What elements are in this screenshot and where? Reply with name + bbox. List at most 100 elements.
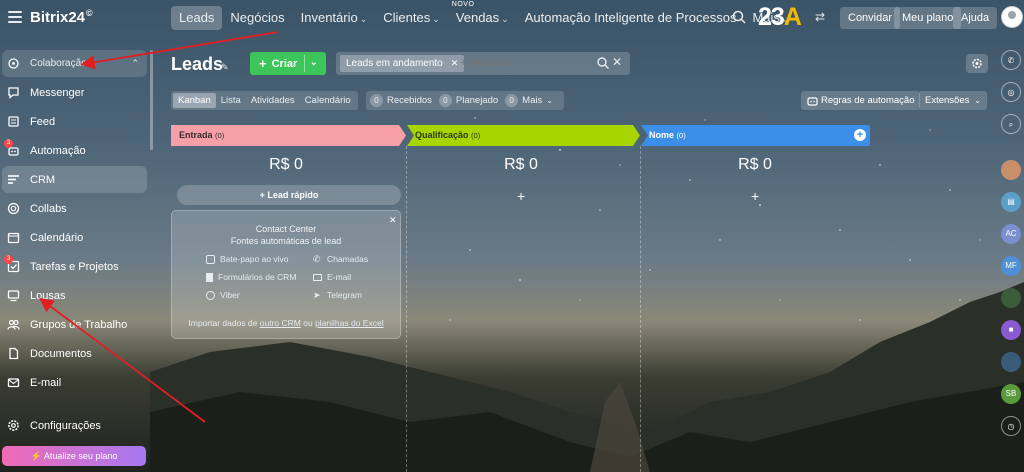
- my-plan-button[interactable]: Meu plano: [894, 7, 962, 29]
- stage-header-entrada[interactable]: Entrada (0): [171, 125, 399, 146]
- sidebar-item-whiteboards[interactable]: Lousas: [2, 282, 147, 309]
- nav-sales[interactable]: NOVO Vendas ⌄: [448, 1, 517, 30]
- contact-avatar[interactable]: [1001, 352, 1021, 372]
- sidebar-item-tasks[interactable]: 3 Tarefas e Projetos: [2, 253, 147, 280]
- source-viber[interactable]: Viber: [206, 290, 240, 300]
- whiteboard-icon: [7, 289, 20, 302]
- stage-sum-nome: R$ 0: [738, 156, 772, 173]
- close-icon[interactable]: ✕: [451, 58, 459, 68]
- telegram-icon: ➤: [313, 289, 321, 300]
- view-switcher: Kanban Lista Atividades Calendário: [171, 91, 358, 110]
- brand-logo[interactable]: Bitrix24©: [30, 8, 93, 26]
- counter-more[interactable]: 0 Mais ⌄: [505, 94, 553, 107]
- view-activities[interactable]: Atividades: [246, 93, 300, 108]
- menu-icon[interactable]: [8, 11, 22, 23]
- chevron-up-icon: ⌃: [131, 58, 139, 68]
- right-rail: ✆ ◎ ⌕ ▤ AC MF ■ SB ◷: [998, 36, 1024, 472]
- contact-center-card: ✕ Contact Center Fontes automáticas de l…: [171, 210, 401, 339]
- history-icon[interactable]: ◷: [1001, 416, 1021, 436]
- search-icon[interactable]: ⌕: [1001, 114, 1021, 134]
- automation-rules-button[interactable]: Regras de automação: [801, 91, 921, 110]
- video-call-icon[interactable]: ■: [1001, 320, 1021, 340]
- user-avatar[interactable]: [1001, 6, 1023, 28]
- source-telegram[interactable]: ➤ Telegram: [313, 290, 362, 300]
- telephony-icon[interactable]: ✆: [1001, 50, 1021, 70]
- upgrade-plan-button[interactable]: ⚡ Atualize seu plano: [2, 446, 146, 466]
- chevron-down-icon: ⌄: [546, 96, 553, 105]
- help-button[interactable]: Ajuda: [953, 7, 998, 29]
- view-calendar[interactable]: Calendário: [300, 93, 356, 108]
- nav-automation[interactable]: Automação Inteligente de Processos: [517, 6, 745, 30]
- view-kanban[interactable]: Kanban: [173, 93, 216, 108]
- chat-icon: [206, 254, 215, 264]
- contact-avatar[interactable]: MF: [1001, 256, 1021, 276]
- pin-icon[interactable]: ✎: [221, 62, 229, 73]
- copilot-icon[interactable]: ◎: [1001, 82, 1021, 102]
- create-button[interactable]: + Criar ⌄: [250, 52, 326, 75]
- nav-clients[interactable]: Clientes ⌄: [375, 6, 448, 30]
- search-input[interactable]: [460, 57, 590, 69]
- crm-nav: Leads Negócios Inventário ⌄ Clientes ⌄ NOV…: [171, 1, 797, 30]
- source-crm-forms[interactable]: Formulários de CRM: [206, 272, 296, 282]
- sidebar-item-workgroups[interactable]: Grupos de Trabalho: [2, 311, 147, 338]
- column-divider: [640, 146, 641, 472]
- import-data-text: Importar dados de outro CRM ou planilhas…: [188, 318, 384, 328]
- gear-icon: [7, 419, 20, 432]
- invite-button[interactable]: Convidar: [840, 7, 901, 29]
- add-stage-icon[interactable]: +: [854, 129, 866, 141]
- nav-deals[interactable]: Negócios: [222, 6, 292, 30]
- sidebar-item-crm[interactable]: CRM: [2, 166, 147, 193]
- chevron-down-icon: ⌄: [432, 14, 440, 24]
- view-list[interactable]: Lista: [216, 93, 246, 108]
- collaboration-icon: [7, 57, 20, 70]
- counter-received[interactable]: 0 Recebidos: [370, 94, 432, 107]
- phone-icon: ✆: [313, 253, 321, 264]
- notification-badge: 3: [4, 255, 13, 264]
- source-calls[interactable]: ✆ Chamadas: [313, 254, 368, 264]
- filter-search-bar[interactable]: Leads em andamento✕ ✕: [336, 52, 630, 75]
- import-excel-link[interactable]: planilhas do Excel: [315, 318, 384, 328]
- activity-counters: 0 Recebidos 0 Planejado 0 Mais ⌄: [366, 91, 564, 110]
- sidebar-item-calendar[interactable]: Calendário: [2, 224, 147, 251]
- add-item-icon[interactable]: +: [517, 188, 525, 204]
- sidebar-item-collabs[interactable]: Collabs: [2, 195, 147, 222]
- company-logo: 23A: [758, 3, 802, 31]
- add-item-icon[interactable]: +: [751, 188, 759, 204]
- sidebar-item-feed[interactable]: Feed: [2, 108, 147, 135]
- nav-inventory[interactable]: Inventário ⌄: [293, 6, 376, 30]
- contact-avatar[interactable]: AC: [1001, 224, 1021, 244]
- sidebar-scrollbar[interactable]: [150, 50, 153, 150]
- settings-button[interactable]: [966, 54, 988, 73]
- contact-center-subtitle: Fontes automáticas de lead: [230, 236, 342, 246]
- nav-leads[interactable]: Leads: [171, 6, 223, 30]
- filter-chip[interactable]: Leads em andamento ✕: [340, 55, 465, 72]
- search-icon[interactable]: [731, 9, 747, 25]
- import-other-crm-link[interactable]: outro CRM: [260, 318, 301, 328]
- source-live-chat[interactable]: Bate-papo ao vivo: [206, 254, 289, 264]
- stage-header-nome[interactable]: Nome (0): [641, 125, 861, 146]
- contact-avatar[interactable]: [1001, 160, 1021, 180]
- sidebar-item-automation[interactable]: 3 Automação: [2, 137, 147, 164]
- chevron-down-icon[interactable]: ⌄: [310, 57, 318, 68]
- robot-icon: [807, 97, 818, 106]
- stage-header-qualificacao[interactable]: Qualificação (0): [407, 125, 633, 146]
- switch-icon[interactable]: ⇄: [815, 10, 825, 24]
- sidebar-item-documents[interactable]: Documentos: [2, 340, 147, 367]
- sidebar-item-settings[interactable]: Configurações: [2, 412, 147, 439]
- search-icon[interactable]: [596, 56, 610, 70]
- sidebar-item-messenger[interactable]: Messenger: [2, 79, 147, 106]
- calendar-icon: [7, 231, 20, 244]
- collabs-icon: [7, 202, 20, 215]
- sidebar-item-email[interactable]: E-mail: [2, 369, 147, 396]
- contact-avatar[interactable]: SB: [1001, 384, 1021, 404]
- sidebar-group-collaboration[interactable]: Colaboração ⌃: [2, 50, 147, 77]
- top-bar: Bitrix24© Leads Negócios Inventário ⌄ Cli…: [0, 0, 1024, 36]
- clear-icon[interactable]: ✕: [612, 55, 622, 69]
- counter-planned[interactable]: 0 Planejado: [438, 94, 498, 107]
- source-email[interactable]: E-mail: [313, 272, 351, 282]
- chat-avatar[interactable]: ▤: [1001, 192, 1021, 212]
- contact-avatar[interactable]: [1001, 288, 1021, 308]
- extensions-button[interactable]: Extensões ⌄: [919, 91, 987, 110]
- quick-lead-button[interactable]: + Lead rápido: [177, 185, 401, 205]
- tasks-icon: 3: [4, 255, 20, 273]
